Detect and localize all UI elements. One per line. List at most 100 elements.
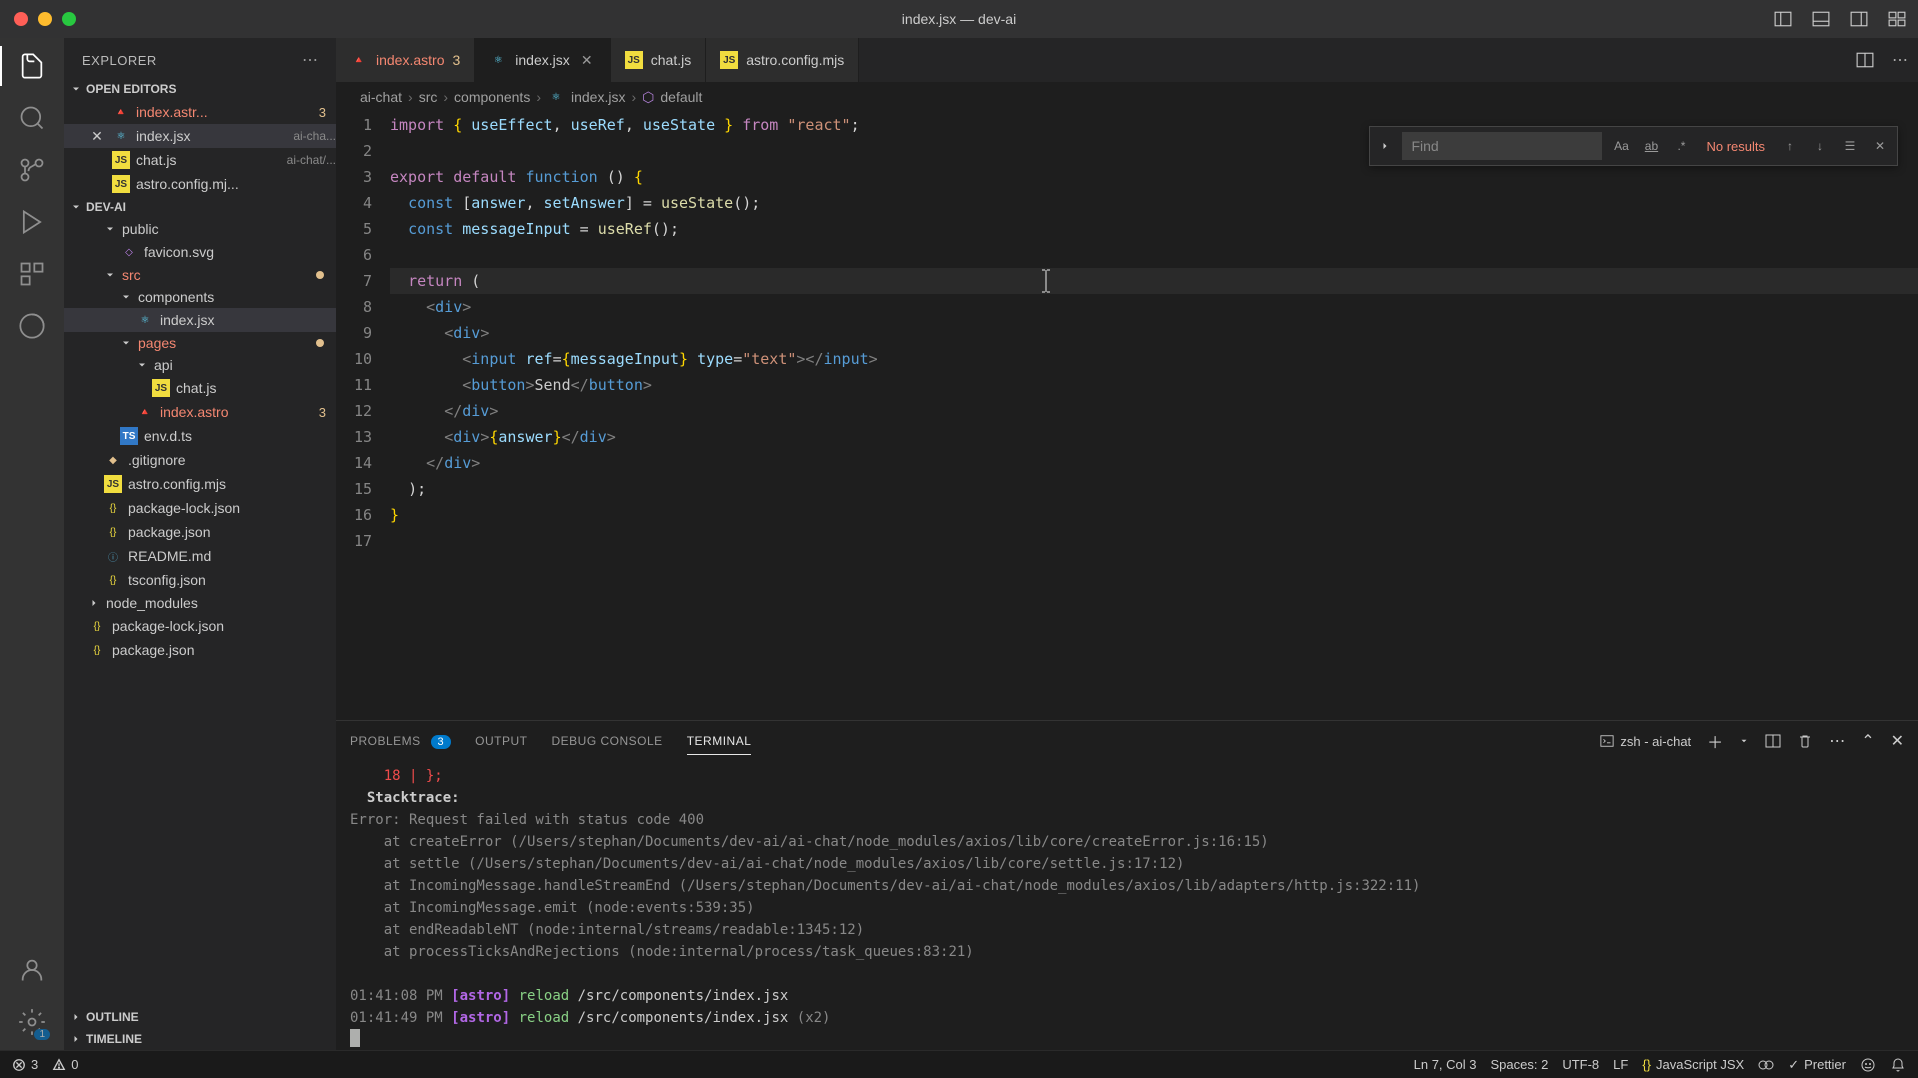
source-control-activity[interactable]	[16, 154, 48, 186]
maximize-panel-icon[interactable]: ⌃	[1861, 731, 1874, 751]
window-title: index.jsx — dev-ai	[902, 11, 1016, 27]
folder-components[interactable]: components	[64, 286, 336, 308]
open-editor-item[interactable]: 🔺 index.astr... 3	[64, 100, 336, 124]
output-tab[interactable]: OUTPUT	[475, 728, 527, 754]
maximize-window-button[interactable]	[62, 12, 76, 26]
breadcrumb-item[interactable]: src	[419, 89, 438, 105]
file-tsconfig[interactable]: {} tsconfig.json	[64, 568, 336, 592]
breadcrumb-item[interactable]: index.jsx	[571, 89, 625, 105]
open-editor-item[interactable]: JS astro.config.mj...	[64, 172, 336, 196]
split-terminal-icon[interactable]	[1765, 733, 1781, 749]
find-in-selection-icon[interactable]: ☰	[1839, 135, 1861, 157]
status-feedback-icon[interactable]	[1860, 1057, 1876, 1073]
status-tabnine-icon[interactable]	[1758, 1057, 1774, 1073]
open-editor-item[interactable]: ✕ ⚛ index.jsx ai-cha...	[64, 124, 336, 148]
folder-api[interactable]: api	[64, 354, 336, 376]
file-readme[interactable]: ⓘ README.md	[64, 544, 336, 568]
tab-astro-config[interactable]: JS astro.config.mjs	[706, 38, 859, 82]
code-content[interactable]: import { useEffect, useRef, useState } f…	[390, 112, 1918, 720]
status-language[interactable]: {} JavaScript JSX	[1642, 1057, 1744, 1072]
new-terminal-icon[interactable]: ＋	[1707, 729, 1723, 753]
sidebar-more-icon[interactable]: ⋯	[302, 50, 318, 70]
open-editor-item[interactable]: JS chat.js ai-chat/...	[64, 148, 336, 172]
file-astro-config[interactable]: JS astro.config.mjs	[64, 472, 336, 496]
split-editor-icon[interactable]	[1856, 51, 1874, 69]
status-eol[interactable]: LF	[1613, 1057, 1628, 1072]
settings-activity[interactable]: 1	[16, 1006, 48, 1038]
tab-index-jsx[interactable]: ⚛ index.jsx ✕	[475, 38, 610, 82]
folder-src[interactable]: src	[64, 264, 336, 286]
react-icon: ⚛	[547, 88, 565, 106]
file-index-astro[interactable]: 🔺 index.astro 3	[64, 400, 336, 424]
tab-close-icon[interactable]: ✕	[578, 51, 596, 69]
react-icon: ⚛	[489, 51, 507, 69]
search-activity[interactable]	[16, 102, 48, 134]
find-input[interactable]	[1402, 132, 1602, 160]
breadcrumb-item[interactable]: components	[454, 89, 530, 105]
tab-chat-js[interactable]: JS chat.js	[611, 38, 706, 82]
close-panel-icon[interactable]: ✕	[1891, 731, 1904, 751]
terminal-dropdown-icon[interactable]	[1739, 736, 1749, 746]
prev-match-icon[interactable]: ↑	[1779, 135, 1801, 157]
status-prettier[interactable]: ✓ Prettier	[1788, 1057, 1846, 1073]
breadcrumb-item[interactable]: default	[660, 89, 702, 105]
customize-layout-icon[interactable]	[1888, 10, 1906, 28]
terminal-name[interactable]: zsh - ai-chat	[1600, 734, 1691, 749]
close-editor-icon[interactable]: ✕	[88, 128, 106, 145]
next-match-icon[interactable]: ↓	[1809, 135, 1831, 157]
terminal-output[interactable]: 18 | }; Stacktrace:Error: Request failed…	[336, 761, 1918, 1050]
status-encoding[interactable]: UTF-8	[1562, 1057, 1599, 1072]
extensions-activity[interactable]	[16, 258, 48, 290]
sidebar-title: EXPLORER	[82, 53, 157, 68]
titlebar-actions	[1774, 10, 1906, 28]
status-bell-icon[interactable]	[1890, 1057, 1906, 1073]
toggle-right-icon[interactable]	[1850, 10, 1868, 28]
minimize-window-button[interactable]	[38, 12, 52, 26]
match-word-button[interactable]: ab	[1640, 135, 1662, 157]
file-package-json-root[interactable]: {} package.json	[64, 638, 336, 662]
folder-pages[interactable]: pages	[64, 332, 336, 354]
timeline-section[interactable]: TIMELINE	[64, 1028, 336, 1050]
find-expand-icon[interactable]	[1376, 127, 1394, 165]
file-favicon[interactable]: ◇ favicon.svg	[64, 240, 336, 264]
debug-console-tab[interactable]: DEBUG CONSOLE	[552, 728, 663, 754]
breadcrumb-item[interactable]: ai-chat	[360, 89, 402, 105]
file-index-jsx[interactable]: ⚛ index.jsx	[64, 308, 336, 332]
open-editors-section[interactable]: OPEN EDITORS	[64, 78, 336, 100]
status-errors[interactable]: 3	[12, 1057, 38, 1072]
status-warnings[interactable]: 0	[52, 1057, 78, 1072]
file-package-json[interactable]: {} package.json	[64, 520, 336, 544]
toggle-bottom-icon[interactable]	[1812, 10, 1830, 28]
kill-terminal-icon[interactable]	[1797, 733, 1813, 749]
panel-tabs: PROBLEMS 3 OUTPUT DEBUG CONSOLE TERMINAL…	[336, 721, 1918, 761]
close-find-icon[interactable]: ✕	[1869, 135, 1891, 157]
panel-more-icon[interactable]: ⋯	[1829, 731, 1845, 751]
breadcrumbs[interactable]: ai-chat› src› components› ⚛ index.jsx› ⬡…	[336, 82, 1918, 112]
problems-tab[interactable]: PROBLEMS 3	[350, 728, 451, 754]
status-cursor-position[interactable]: Ln 7, Col 3	[1414, 1057, 1477, 1072]
match-case-button[interactable]: Aa	[1610, 135, 1632, 157]
toggle-panel-icon[interactable]	[1774, 10, 1792, 28]
status-indentation[interactable]: Spaces: 2	[1491, 1057, 1549, 1072]
debug-activity[interactable]	[16, 206, 48, 238]
regex-button[interactable]: .*	[1670, 135, 1692, 157]
file-env-dts[interactable]: TS env.d.ts	[64, 424, 336, 448]
edge-activity[interactable]	[16, 310, 48, 342]
js-icon: JS	[112, 175, 130, 193]
more-actions-icon[interactable]: ⋯	[1892, 50, 1908, 70]
file-package-lock-root[interactable]: {} package-lock.json	[64, 614, 336, 638]
tab-index-astro[interactable]: 🔺 index.astro 3	[336, 38, 475, 82]
code-editor[interactable]: 1234567891011121314151617 import { useEf…	[336, 112, 1918, 720]
file-package-lock[interactable]: {} package-lock.json	[64, 496, 336, 520]
project-section[interactable]: DEV-AI	[64, 196, 336, 218]
file-gitignore[interactable]: ◆ .gitignore	[64, 448, 336, 472]
account-activity[interactable]	[16, 954, 48, 986]
folder-public[interactable]: public	[64, 218, 336, 240]
file-chat-js[interactable]: JS chat.js	[64, 376, 336, 400]
terminal-tab[interactable]: TERMINAL	[687, 728, 752, 755]
folder-node-modules[interactable]: node_modules	[64, 592, 336, 614]
explorer-activity[interactable]	[16, 50, 48, 82]
close-window-button[interactable]	[14, 12, 28, 26]
outline-section[interactable]: OUTLINE	[64, 1006, 336, 1028]
outline-label: OUTLINE	[86, 1010, 139, 1024]
